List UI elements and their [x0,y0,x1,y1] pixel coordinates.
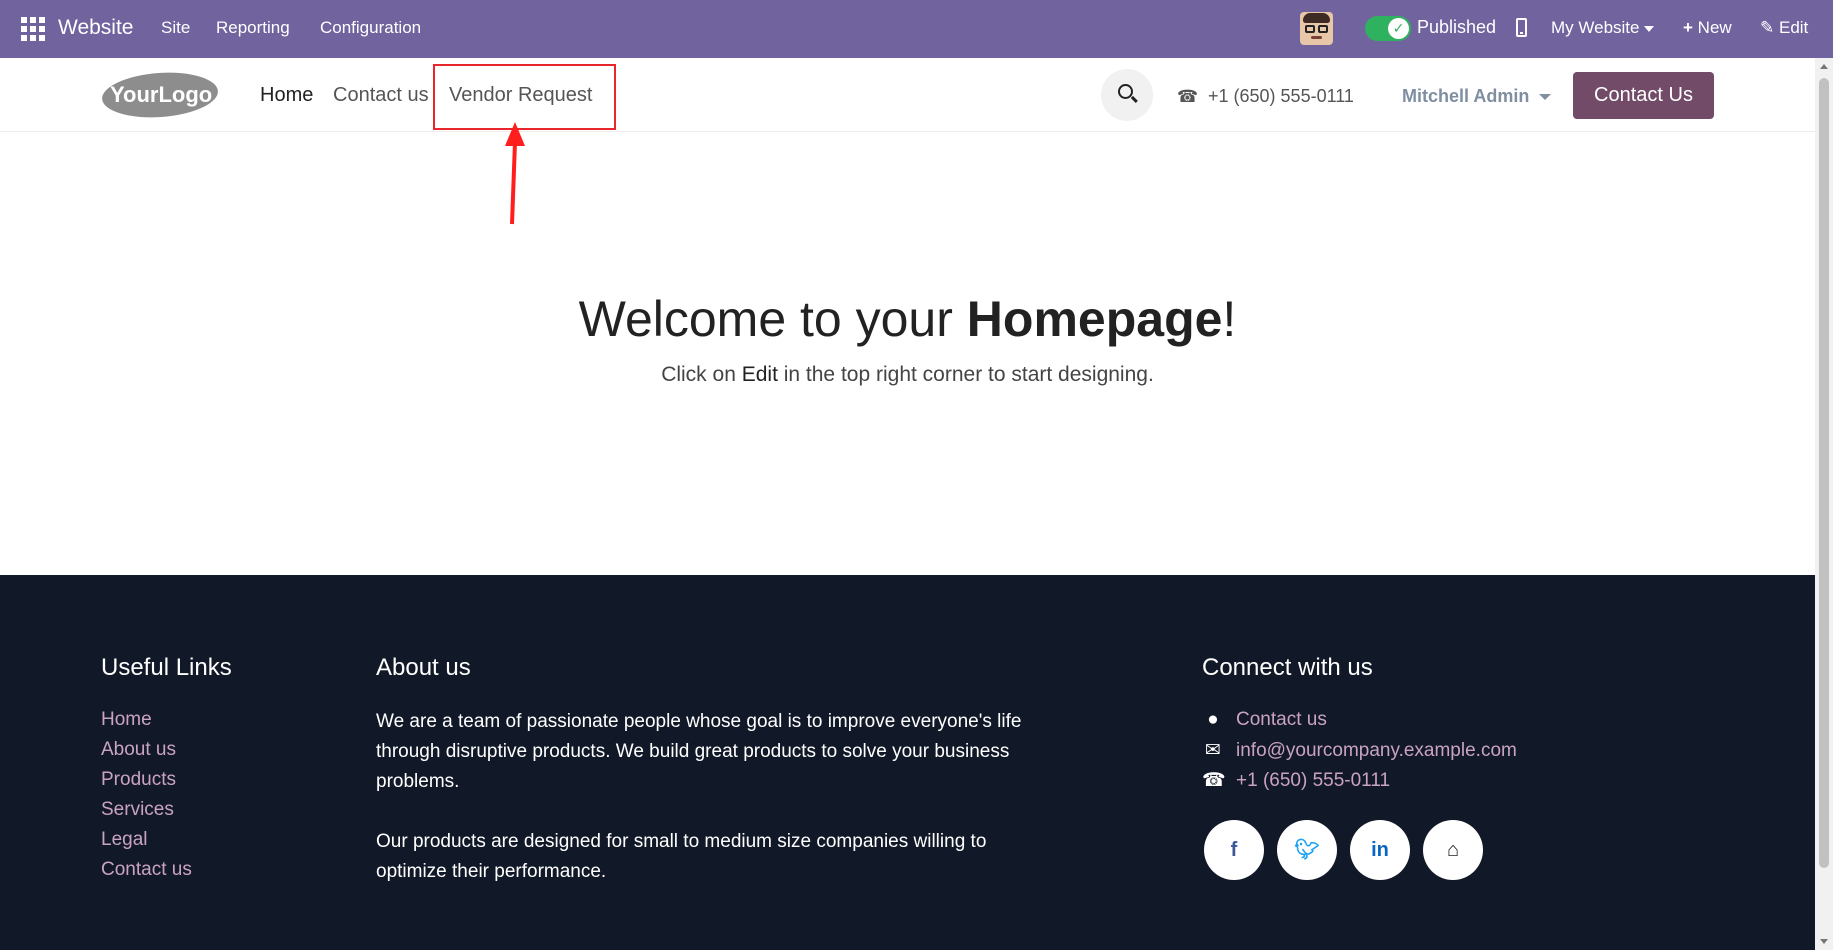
user-menu[interactable]: Mitchell Admin [1402,86,1552,107]
facebook-icon[interactable]: f [1204,820,1264,880]
pencil-icon: ✎ [1760,18,1775,37]
annotation-arrow [505,122,525,225]
nav-contact-us[interactable]: Contact us [333,84,429,107]
about-title: About us [376,654,471,681]
linkedin-icon[interactable]: in [1350,820,1410,880]
scroll-up-icon[interactable] [1820,64,1828,69]
menu-site[interactable]: Site [161,18,190,38]
apps-grid-icon[interactable] [21,17,45,41]
footer-phone[interactable]: ☎ +1 (650) 555-0111 [1202,769,1390,792]
scroll-down-icon[interactable] [1820,939,1828,944]
footer-link-legal[interactable]: Legal [101,829,148,851]
footer-email[interactable]: ✉ info@yourcompany.example.com [1202,739,1517,762]
edit-button[interactable]: ✎ Edit [1760,18,1808,38]
home-icon[interactable]: ⌂ [1423,820,1483,880]
search-button[interactable] [1101,69,1153,121]
menu-configuration[interactable]: Configuration [320,18,421,38]
envelope-icon: ✉ [1205,740,1221,761]
new-label: New [1697,18,1732,37]
user-name: Mitchell Admin [1402,86,1530,106]
hero-title: Welcome to your Homepage! [578,291,1237,347]
footer-link-about[interactable]: About us [101,739,176,761]
useful-links-title: Useful Links [101,654,232,681]
twitter-icon[interactable]: 🐦︎ [1277,820,1337,880]
publish-toggle[interactable]: ✓ [1365,16,1411,41]
nav-home[interactable]: Home [260,84,313,107]
caret-down-icon [1539,94,1552,101]
app-brand[interactable]: Website [58,16,133,40]
mobile-preview-icon[interactable] [1516,18,1527,37]
connect-title: Connect with us [1202,654,1373,681]
phone-icon: ☎ [1202,770,1226,791]
plus-icon: + [1683,18,1693,37]
chat-bubble-icon: ● [1207,709,1219,730]
header-phone[interactable]: +1 (650) 555-0111 [1208,86,1354,107]
check-icon: ✓ [1388,18,1409,39]
footer-link-home[interactable]: Home [101,709,152,731]
about-text: We are a team of passionate people whose… [376,711,1022,882]
scrollbar[interactable] [1815,58,1833,950]
published-label[interactable]: Published [1417,17,1496,38]
phone-icon: ☎ [1177,87,1199,106]
footer-link-contact[interactable]: Contact us [101,859,192,881]
contact-us-button[interactable]: Contact Us [1573,72,1714,119]
menu-reporting[interactable]: Reporting [216,18,290,38]
website-selector[interactable]: My Website [1551,18,1654,38]
company-logo[interactable]: YourLogo [100,70,220,120]
user-avatar[interactable] [1300,12,1333,45]
hero-subtitle: Click on Edit in the top right corner to… [661,363,1154,386]
edit-label: Edit [1778,18,1809,37]
footer-link-services[interactable]: Services [101,799,174,821]
scrollbar-thumb[interactable] [1819,78,1829,868]
new-button[interactable]: + New [1683,18,1732,38]
admin-bar: Website Site Reporting Configuration ✓ P… [0,0,1833,58]
footer-contact-link[interactable]: ● Contact us [1202,709,1327,731]
site-footer: Useful Links Home About us Products Serv… [0,575,1815,950]
caret-down-icon [1643,25,1654,32]
website-selector-label: My Website [1551,18,1640,37]
logo-text: YourLogo [110,82,212,107]
footer-link-products[interactable]: Products [101,769,176,791]
